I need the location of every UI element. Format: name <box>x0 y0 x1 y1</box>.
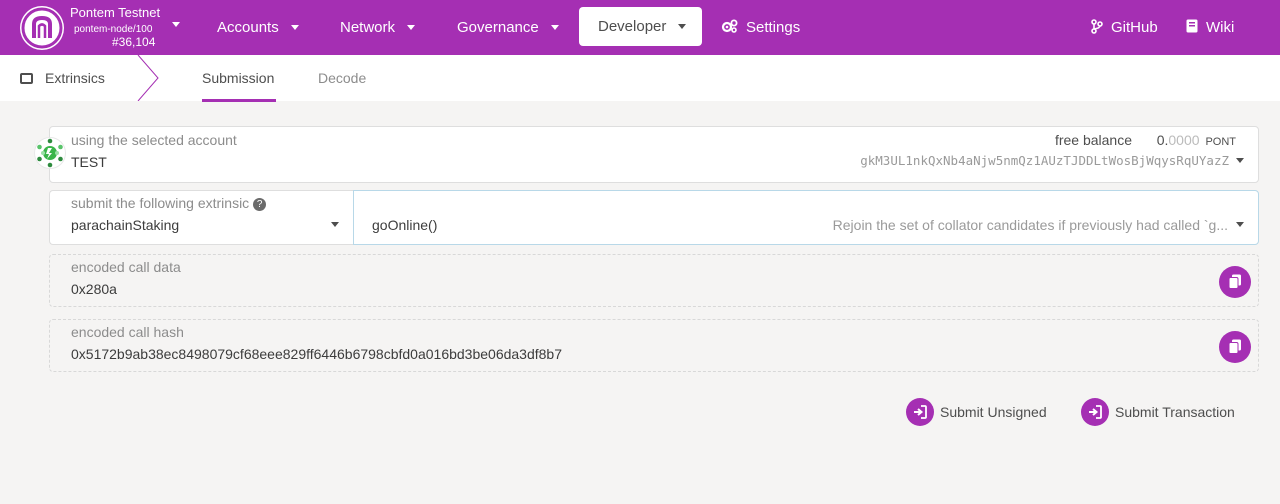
sub-navbar: Extrinsics Submission Decode <box>0 55 1280 101</box>
top-navbar: Pontem Testnet pontem-node/100 #36,104 A… <box>0 0 1280 55</box>
nav-network-label: Network <box>340 19 396 36</box>
chevron-divider-icon <box>137 55 159 101</box>
copy-icon <box>1228 274 1241 289</box>
chevron-down-icon <box>1236 222 1244 227</box>
nav-accounts-label: Accounts <box>217 19 279 36</box>
book-icon <box>1186 19 1198 36</box>
tab-decode[interactable]: Decode <box>318 55 366 101</box>
submit-transaction-button[interactable]: Submit Transaction <box>1081 398 1235 426</box>
nav-governance[interactable]: Governance <box>457 0 559 55</box>
chevron-down-icon <box>678 24 687 29</box>
method-description: Rejoin the set of collator candidates if… <box>832 217 1228 233</box>
chevron-down-icon <box>290 25 299 30</box>
nav-settings-label: Settings <box>746 19 801 36</box>
encoded-call-hash-label: encoded call hash <box>71 324 184 340</box>
encoded-call-hash: encoded call hash 0x5172b9ab38ec8498079c… <box>49 319 1259 372</box>
method-value: goOnline() <box>372 217 438 233</box>
chevron-down-icon <box>407 25 416 30</box>
copy-call-data-button[interactable] <box>1219 266 1251 298</box>
question-circle-icon[interactable]: ? <box>253 198 267 211</box>
node-name: pontem-node/100 <box>74 24 153 35</box>
encoded-call-data: encoded call data 0x280a <box>49 254 1259 307</box>
method-select[interactable]: goOnline() Rejoin the set of collator ca… <box>353 190 1259 245</box>
nav-network[interactable]: Network <box>340 0 416 55</box>
nav-settings[interactable]: Settings <box>721 0 800 55</box>
block-number: #36,104 <box>112 35 156 49</box>
chain-selector[interactable]: Pontem Testnet pontem-node/100 #36,104 <box>70 5 180 51</box>
extrinsic-label: submit the following extrinsic? <box>71 195 267 211</box>
submit-unsigned-button[interactable]: Submit Unsigned <box>906 398 1047 426</box>
account-identicon <box>34 137 66 169</box>
submit-unsigned-label: Submit Unsigned <box>940 404 1047 420</box>
sign-in-icon <box>1081 398 1109 426</box>
section-title: Extrinsics <box>45 70 105 86</box>
copy-call-hash-button[interactable] <box>1219 331 1251 363</box>
chevron-down-icon <box>550 25 559 30</box>
free-balance-label: free balance <box>1054 132 1132 148</box>
chevron-down-icon <box>1236 158 1244 163</box>
encoded-call-hash-value[interactable]: 0x5172b9ab38ec8498079cf68eee829ff6446b67… <box>71 346 562 362</box>
nav-github[interactable]: GitHub <box>1091 0 1158 55</box>
tab-submission-label: Submission <box>202 70 275 86</box>
pontem-logo-icon[interactable] <box>20 6 64 50</box>
account-address: gkM3UL1nkQxNb4aNjw5nmQz1AUzTJDDLtWosBjWq… <box>860 153 1229 168</box>
account-label: using the selected account <box>71 132 237 148</box>
chevron-down-icon <box>331 222 339 227</box>
balance-unit: PONT <box>1205 136 1236 148</box>
submit-transaction-label: Submit Transaction <box>1115 404 1235 420</box>
extrinsics-section: Extrinsics <box>20 55 105 101</box>
copy-icon <box>1228 339 1241 354</box>
balance-decimals: 0000 <box>1168 132 1200 148</box>
nav-governance-label: Governance <box>457 19 539 36</box>
nav-developer[interactable]: Developer <box>579 7 702 46</box>
nav-developer-label: Developer <box>598 18 667 35</box>
cogs-icon <box>721 19 738 36</box>
account-name: TEST <box>71 154 107 170</box>
extrinsic-label-text: submit the following extrinsic <box>71 195 250 211</box>
balance-integer: 0. <box>1156 132 1169 148</box>
pallet-select[interactable]: submit the following extrinsic? parachai… <box>49 190 353 245</box>
active-tab-indicator <box>202 99 276 102</box>
account-selector[interactable]: using the selected account TEST free bal… <box>49 126 1259 183</box>
nav-accounts[interactable]: Accounts <box>217 0 299 55</box>
envelope-open-icon <box>20 72 33 84</box>
tab-decode-label: Decode <box>318 70 367 86</box>
chain-name: Pontem Testnet <box>70 5 161 20</box>
chevron-down-icon <box>172 22 180 27</box>
encoded-call-data-label: encoded call data <box>71 259 181 275</box>
nav-wiki-label: Wiki <box>1206 19 1235 36</box>
sign-in-icon <box>906 398 934 426</box>
nav-github-label: GitHub <box>1111 19 1158 36</box>
nav-wiki[interactable]: Wiki <box>1186 0 1234 55</box>
code-branch-icon <box>1091 18 1103 37</box>
encoded-call-data-value[interactable]: 0x280a <box>71 281 117 297</box>
free-balance-value: 0.0000 PONT <box>1157 132 1236 148</box>
tab-submission[interactable]: Submission <box>202 55 274 101</box>
pallet-value: parachainStaking <box>71 217 180 233</box>
